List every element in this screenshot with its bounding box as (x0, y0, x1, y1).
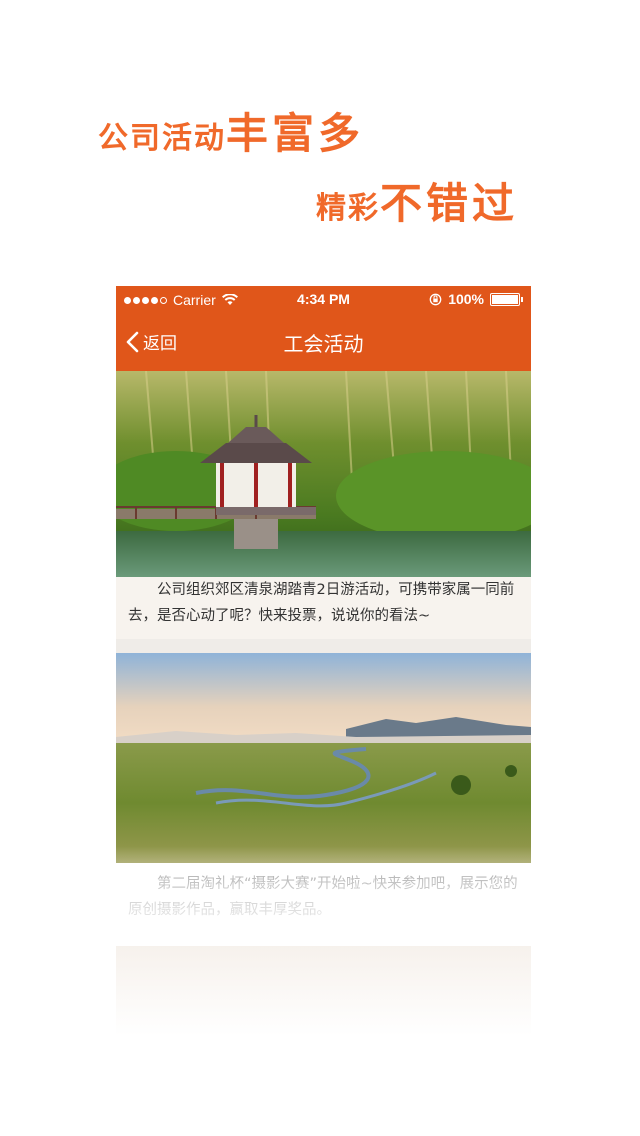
status-bar: Carrier 4:34 PM 100% (116, 286, 531, 313)
phone-reflection (116, 946, 531, 1036)
promo-headline-1: 公司活动丰富多 (98, 100, 364, 161)
page-title: 工会活动 (283, 332, 364, 356)
rotation-lock-icon (429, 293, 442, 305)
phone-screen: Carrier 4:34 PM 100% 返回 工会活动 公司组织郊区清泉湖踏青… (116, 286, 531, 946)
battery-icon (490, 292, 520, 306)
activity-description-2[interactable]: 第二届淘礼杯“摄影大赛”开始啦~快来参加吧，展示您的原创摄影作品，赢取丰厚奖品。 (116, 863, 531, 927)
promo-headline-2: 精彩不错过 (316, 170, 518, 231)
promo-line2-big: 不错过 (380, 179, 519, 228)
activity-image-lake-pavilion[interactable] (116, 371, 531, 577)
activity-description-1[interactable]: 公司组织郊区清泉湖踏青2日游活动，可携带家属一同前去，是否心动了呢？快来投票，说… (116, 577, 531, 639)
promo-line2-small: 精彩 (316, 191, 380, 226)
promo-line1-big: 丰富多 (226, 109, 365, 158)
activity-image-grassland[interactable] (116, 653, 531, 863)
navigation-bar: 返回 工会活动 (116, 313, 531, 371)
promo-line1-small: 公司活动 (98, 121, 226, 156)
battery-percent: 100% (448, 291, 484, 307)
card-divider (116, 639, 531, 653)
